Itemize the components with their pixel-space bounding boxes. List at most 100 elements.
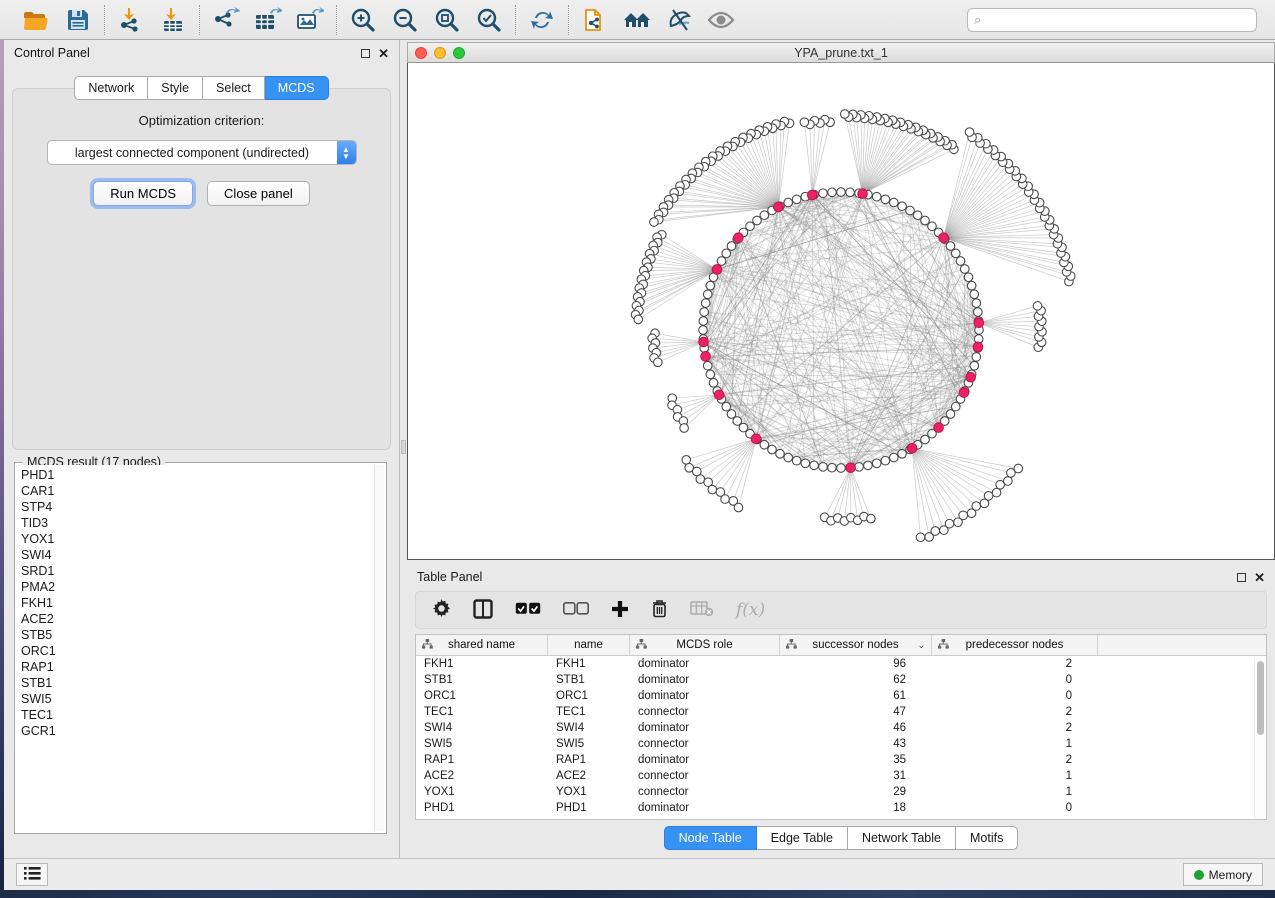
mcds-hub-node[interactable] [966,372,976,382]
table-row[interactable]: PHD1PHD1dominator180 [416,800,1266,816]
network-node[interactable] [972,353,981,362]
list-item[interactable]: CAR1 [21,483,370,499]
network-node[interactable] [682,456,691,465]
network-node[interactable] [696,475,705,484]
float-panel-icon[interactable] [361,49,370,58]
hide-panels-button[interactable] [665,6,693,34]
list-item[interactable]: YOX1 [21,531,370,547]
network-node[interactable] [717,257,726,266]
table-scrollbar-thumb[interactable] [1257,661,1264,735]
tab-edge-table[interactable]: Edge Table [757,826,848,850]
network-node[interactable] [931,527,940,536]
network-node[interactable] [951,402,960,411]
panel-divider[interactable] [400,40,407,858]
list-item[interactable]: PHD1 [21,467,370,483]
list-item[interactable]: SWI5 [21,691,370,707]
select-all-button[interactable] [515,602,541,619]
mcds-hub-node[interactable] [701,352,711,362]
network-node[interactable] [965,128,974,137]
network-node[interactable] [864,461,873,470]
network-node[interactable] [800,118,809,127]
list-item[interactable]: STB1 [21,675,370,691]
network-node[interactable] [701,299,710,308]
network-node[interactable] [898,449,907,458]
network-node[interactable] [708,485,717,494]
network-node[interactable] [700,308,709,317]
mcds-result-scrollbar[interactable] [374,465,384,831]
network-graph[interactable] [408,63,1274,559]
network-node[interactable] [776,449,785,458]
network-node[interactable] [837,188,846,197]
tab-motifs[interactable]: Motifs [956,826,1018,850]
network-node[interactable] [734,503,743,512]
list-item[interactable]: GCR1 [21,723,370,739]
network-node[interactable] [967,281,976,290]
network-node[interactable] [906,206,915,215]
open-session-button[interactable] [22,6,50,34]
network-node[interactable] [709,379,718,388]
column-header-successor-nodes[interactable]: successor nodes⌄ [780,635,932,655]
export-image-button[interactable] [296,6,324,34]
list-item[interactable]: ORC1 [21,643,370,659]
network-node[interactable] [703,290,712,299]
mcds-hub-node[interactable] [974,318,984,328]
network-node[interactable] [819,463,828,472]
mcds-hub-node[interactable] [907,443,917,453]
mcds-hub-node[interactable] [734,233,744,243]
list-item[interactable]: TEC1 [21,707,370,723]
mcds-hub-node[interactable] [939,233,949,243]
network-window-titlebar[interactable]: YPA_prune.txt_1 [407,42,1275,63]
table-row[interactable]: YOX1YOX1connector291 [416,784,1266,800]
save-session-button[interactable] [64,6,92,34]
network-node[interactable] [634,315,643,324]
list-item[interactable]: FKH1 [21,595,370,611]
network-canvas[interactable] [407,63,1275,560]
table-scrollbar[interactable] [1254,657,1265,818]
criterion-select[interactable]: largest connected component (undirected)… [47,140,357,165]
task-history-button[interactable] [16,863,48,886]
network-node[interactable] [960,265,969,274]
mcds-hub-node[interactable] [846,463,856,473]
network-node[interactable] [872,192,881,201]
table-row[interactable]: TEC1TEC1connector472 [416,704,1266,720]
table-row[interactable]: FKH1FKH1dominator962 [416,656,1266,672]
mcds-hub-node[interactable] [712,265,722,275]
network-node[interactable] [650,218,659,227]
network-node[interactable] [792,456,801,465]
global-search-field[interactable]: ⌕ [967,8,1257,32]
export-network-button[interactable] [212,6,240,34]
list-item[interactable]: STP4 [21,499,370,515]
network-node[interactable] [680,424,689,433]
network-node[interactable] [846,188,855,197]
network-node[interactable] [706,281,715,290]
network-node[interactable] [890,453,899,462]
tab-style[interactable]: Style [148,76,203,100]
network-node[interactable] [945,519,954,528]
export-table-button[interactable] [254,6,282,34]
mcds-result-list[interactable]: PHD1CAR1STP4TID3YOX1SWI4SRD1PMA2FKH1ACE2… [17,465,374,831]
table-row[interactable]: SWI4SWI4dominator462 [416,720,1266,736]
network-node[interactable] [872,459,881,468]
network-node[interactable] [956,257,965,266]
network-node[interactable] [881,456,890,465]
list-item[interactable]: SWI4 [21,547,370,563]
divider-handle[interactable] [401,440,406,454]
network-node[interactable] [951,249,960,258]
table-row[interactable]: ORC1ORC1dominator610 [416,688,1266,704]
network-node[interactable] [810,461,819,470]
tab-mcds[interactable]: MCDS [265,76,329,100]
close-table-panel-icon[interactable]: ✕ [1254,573,1265,582]
column-header-shared-name[interactable]: shared name [416,635,548,655]
tab-node-table[interactable]: Node Table [664,826,757,850]
network-node[interactable] [706,370,715,379]
network-node[interactable] [828,188,837,197]
column-header-predecessor-nodes[interactable]: predecessor nodes [932,635,1098,655]
apply-layout-button[interactable] [528,6,556,34]
show-panels-button[interactable] [707,6,735,34]
network-node[interactable] [1014,464,1023,473]
network-node[interactable] [984,492,993,501]
network-node[interactable] [722,249,731,258]
list-item[interactable]: STB5 [21,627,370,643]
network-node[interactable] [837,464,846,473]
network-node[interactable] [970,290,979,299]
